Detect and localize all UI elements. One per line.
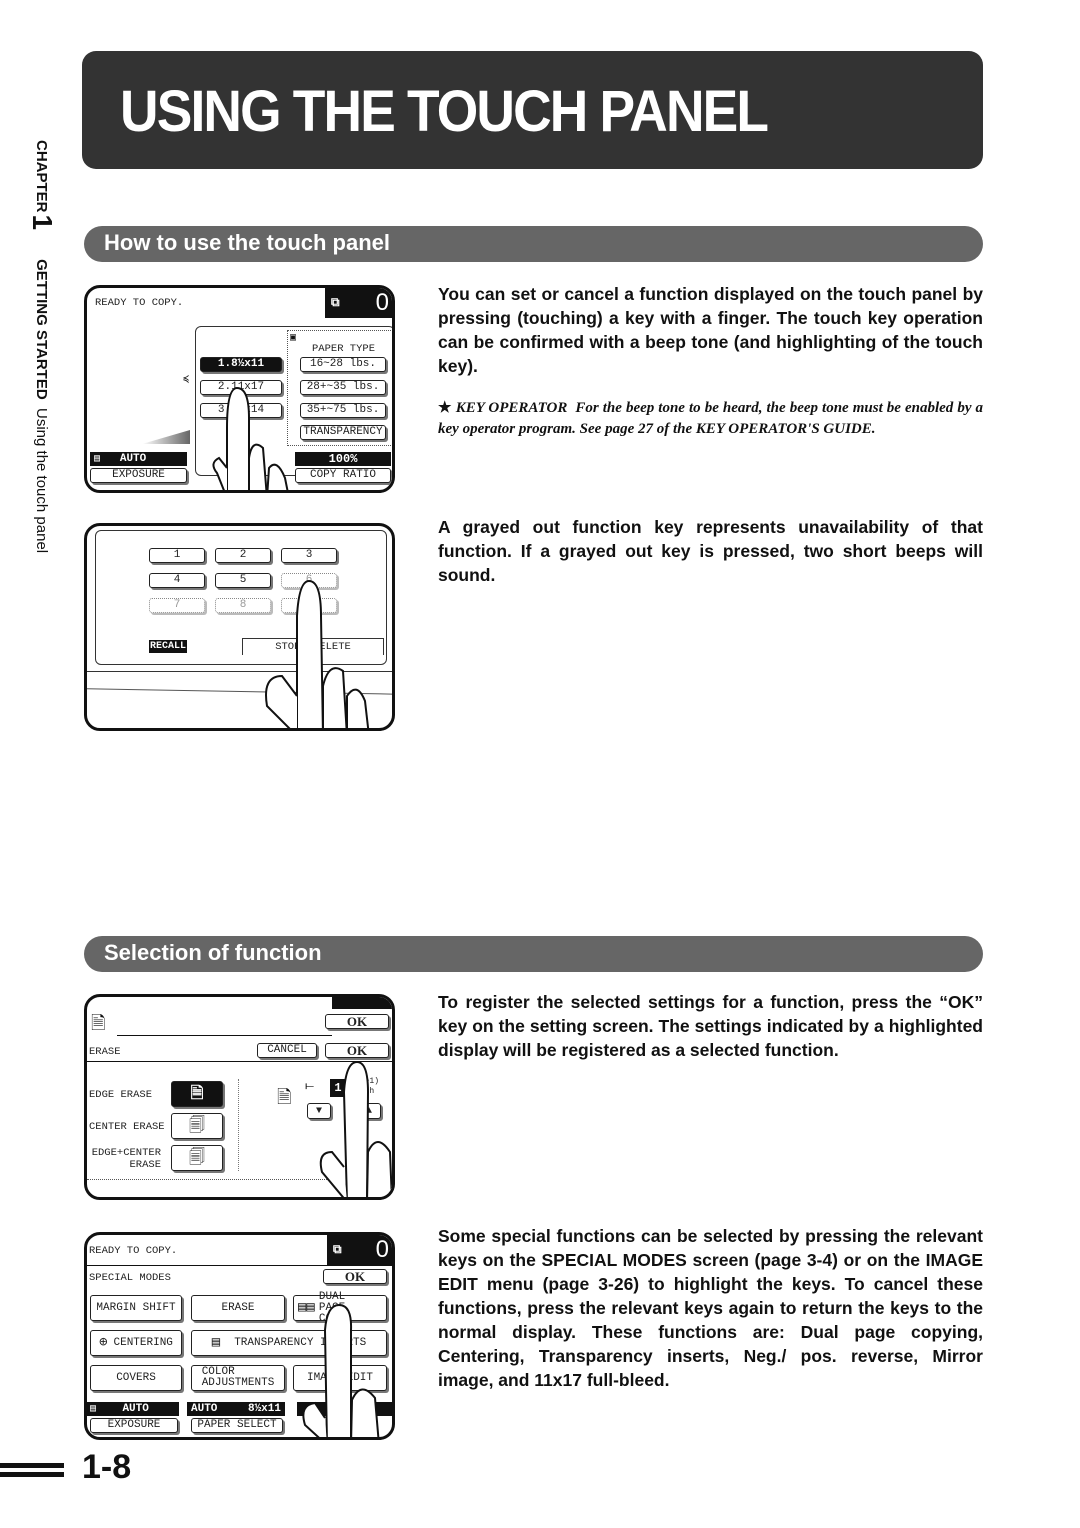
edge-center-erase-icon: 🗐 [189, 1148, 205, 1167]
copy-counter: ⧉ 0 [327, 1235, 392, 1265]
keypad-key-3[interactable]: 3 [281, 548, 337, 563]
status-text: READY TO COPY. [89, 1245, 178, 1257]
paper-type-1[interactable]: 16~28 lbs. [300, 357, 386, 372]
finger-icon [265, 579, 370, 728]
cancel-button[interactable]: CANCEL [257, 1043, 317, 1058]
note-label: KEY OPERATOR [455, 400, 568, 416]
finger-icon [212, 386, 289, 490]
finger-icon [319, 1060, 392, 1197]
status-text: READY TO COPY. [95, 297, 184, 309]
star-icon: ★ [438, 400, 456, 416]
exposure-button[interactable]: EXPOSURE [90, 468, 187, 483]
ok-button-top[interactable]: OK [325, 1014, 389, 1029]
color-adjustments-button[interactable]: COLOR ADJUSTMENTS [191, 1365, 285, 1391]
keypad-key-7[interactable]: 7 [149, 598, 205, 613]
page-number: 1-8 [82, 1448, 132, 1486]
exposure-button[interactable]: EXPOSURE [90, 1418, 178, 1433]
exposure-gradient [142, 430, 190, 444]
centering-icon: ⊕ [99, 1334, 108, 1351]
special-modes-title: SPECIAL MODES [89, 1272, 171, 1284]
edge-center-erase-button[interactable]: 🗐 [171, 1145, 223, 1171]
section-bold: GETTING STARTED [33, 259, 50, 400]
centering-button[interactable]: ⊕ CENTERING [90, 1330, 182, 1356]
covers-button[interactable]: COVERS [90, 1365, 182, 1391]
divider [238, 1079, 239, 1171]
manual-feed-icon: ▣ [290, 333, 297, 344]
page-number-rule [0, 1463, 64, 1481]
counter-strip [332, 997, 392, 1009]
edge-erase-button[interactable]: 🗎 [171, 1081, 223, 1107]
divider [87, 1265, 392, 1266]
chapter-number: 1 [27, 214, 58, 231]
screen-paper-select: READY TO COPY. ⧉ 0 ▣ PAPER TYPE 1.8½x11 … [84, 285, 395, 493]
center-erase-label: CENTER ERASE [89, 1121, 165, 1133]
divider [117, 1035, 332, 1036]
page-title: USING THE TOUCH PANEL [120, 79, 769, 144]
recall-tab[interactable]: RECALL [149, 640, 187, 653]
ok-button[interactable]: OK [323, 1269, 387, 1284]
edge-erase-icon: 🗎 [91, 1015, 106, 1035]
keypad-key-1[interactable]: 1 [149, 548, 205, 563]
keypad-key-2[interactable]: 2 [215, 548, 271, 563]
paper-select-value: AUTO 8½x11 [187, 1402, 285, 1416]
margin-shift-button[interactable]: MARGIN SHIFT [90, 1295, 182, 1321]
paper-size-1[interactable]: 1.8½x11 [200, 357, 282, 372]
copy-icon: ⧉ [331, 296, 340, 310]
screen-erase: 🗎 OK ERASE CANCEL OK EDGE ERASE 🗎 CENTER… [84, 994, 395, 1200]
center-erase-icon: 🗐 [189, 1116, 205, 1135]
exposure-value: ▤ AUTO [87, 1402, 179, 1416]
key-operator-note: ★ KEY OPERATOR For the beep tone to be h… [438, 398, 983, 440]
erase-button[interactable]: ERASE [191, 1295, 285, 1321]
erase-title: ERASE [89, 1046, 121, 1058]
paragraph-touch-usage: You can set or cancel a function display… [438, 284, 983, 376]
chapter-label: CHAPTER [33, 140, 50, 213]
finger-icon [302, 1303, 380, 1437]
transparency-icon: ▤ [211, 1334, 221, 1351]
center-erase-button[interactable]: 🗐 [171, 1113, 223, 1139]
copy-icon: ⧉ [333, 1243, 342, 1257]
screen-special-modes: READY TO COPY. ⧉ 0 SPECIAL MODES OK MARG… [84, 1232, 395, 1440]
section-heading-how-to-use: How to use the touch panel [104, 230, 391, 255]
section-heading-selection: Selection of function [104, 940, 322, 965]
exposure-value: ▤ AUTO [90, 452, 187, 466]
copy-counter: ⧉ 0 [325, 288, 392, 318]
edge-erase-icon: 🗎 [190, 1084, 204, 1103]
section-name: Using the touch panel [33, 408, 50, 554]
edge-center-erase-label: EDGE+CENTER ERASE [91, 1147, 161, 1171]
paragraph-special-functions: Some special functions can be selected b… [438, 1226, 983, 1390]
erase-width-icon: 🗎 [277, 1089, 292, 1109]
screen-keypad: 1 2 3 4 5 6 7 8 9 RECALL STORE/DELETE [84, 523, 395, 731]
paper-type-label: PAPER TYPE [312, 343, 376, 355]
side-tab: CHAPTER1 GETTING STARTED Using the touch… [27, 140, 58, 610]
feed-direction-icon: ≼ [183, 375, 190, 386]
paragraph-grayed-out: A grayed out function key represents una… [438, 517, 983, 585]
paper-select-button[interactable]: PAPER SELECT [191, 1418, 283, 1433]
keypad-key-4[interactable]: 4 [149, 573, 205, 588]
edge-erase-label: EDGE ERASE [89, 1089, 153, 1101]
paragraph-register-settings: To register the selected settings for a … [438, 992, 983, 1060]
